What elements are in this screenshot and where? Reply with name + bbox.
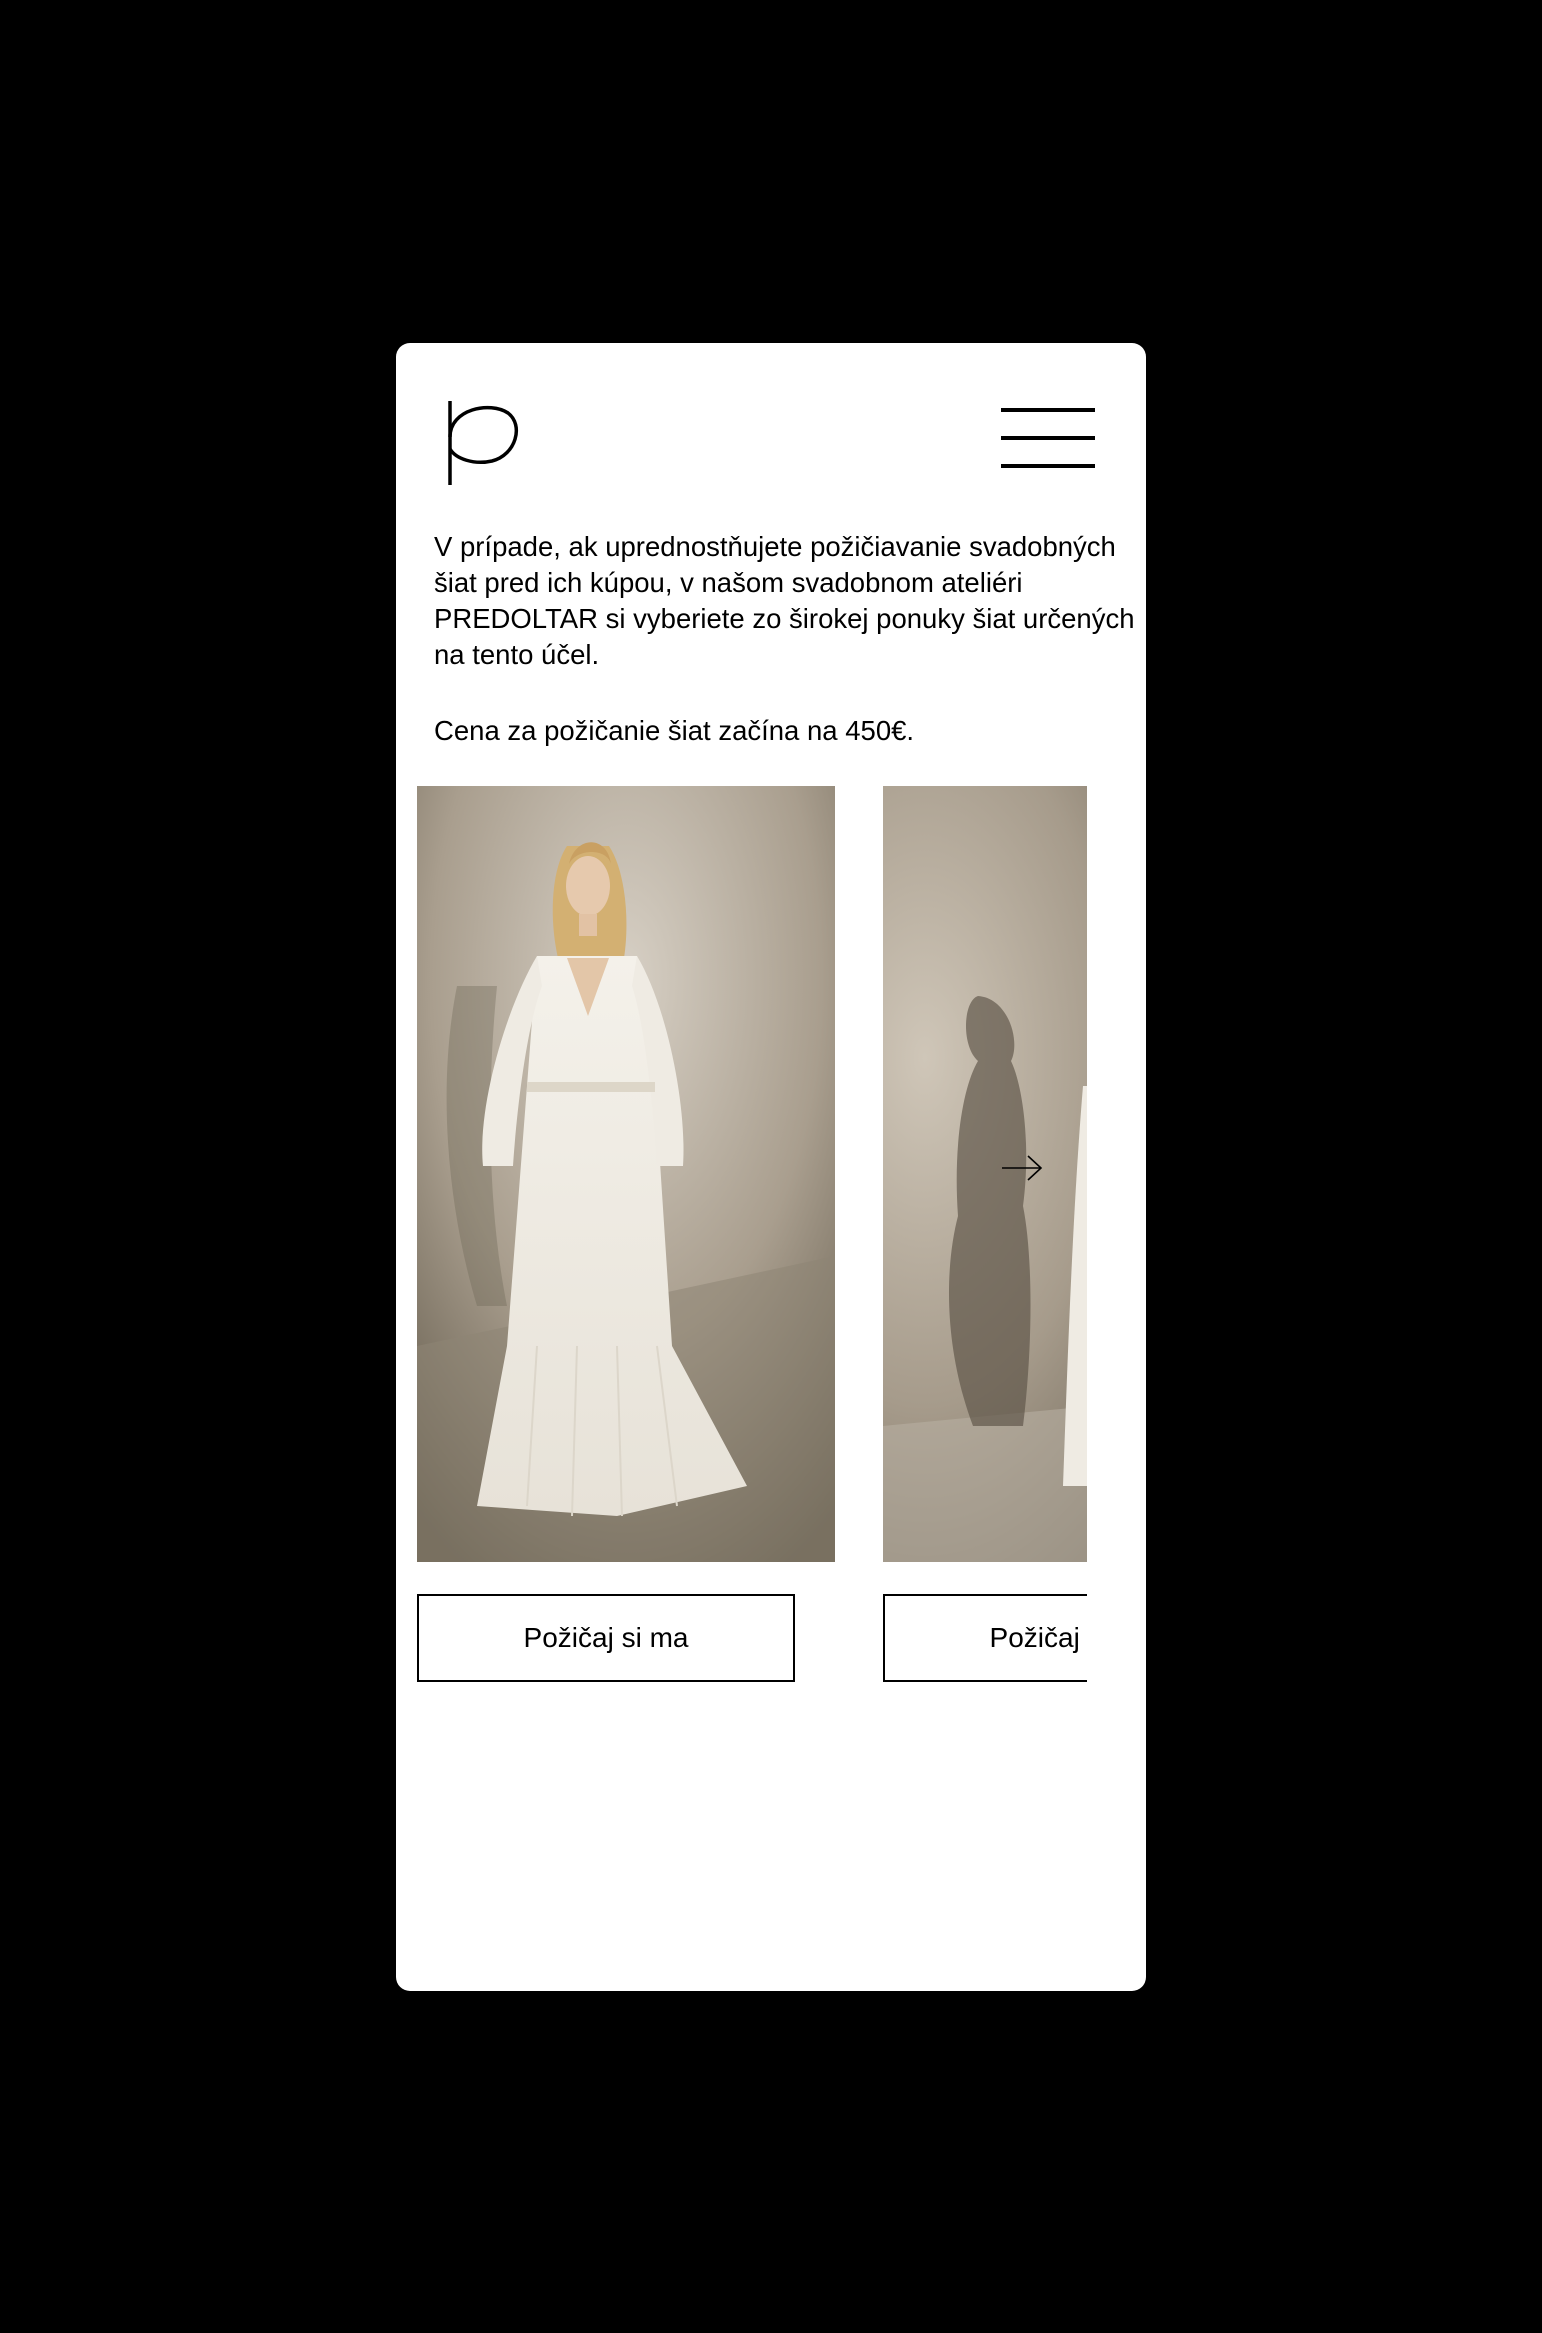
menu-line xyxy=(1001,464,1095,468)
carousel-slide: Požičaj si ma xyxy=(417,786,835,1682)
carousel-slide: Požičaj si ma xyxy=(883,786,1087,1682)
phone-screen: V prípade, ak uprednostňujete požičiavan… xyxy=(396,343,1146,1991)
price-text: Cena za požičanie šiat začína na 450€. xyxy=(434,715,915,746)
intro-text: V prípade, ak uprednostňujete požičiavan… xyxy=(434,531,1135,670)
rent-dress-button[interactable]: Požičaj si ma xyxy=(417,1594,795,1682)
menu-line xyxy=(1001,408,1095,412)
rent-dress-button[interactable]: Požičaj si ma xyxy=(883,1594,1087,1682)
hamburger-icon[interactable] xyxy=(1001,408,1095,472)
dress-photo[interactable] xyxy=(417,786,835,1562)
arrow-right-icon[interactable] xyxy=(1001,1154,1043,1182)
dress-photo[interactable] xyxy=(883,786,1087,1562)
predoltar-logo[interactable] xyxy=(444,397,520,487)
menu-line xyxy=(1001,436,1095,440)
dress-carousel[interactable]: Požičaj si ma Požičaj si ma xyxy=(417,786,1087,1706)
